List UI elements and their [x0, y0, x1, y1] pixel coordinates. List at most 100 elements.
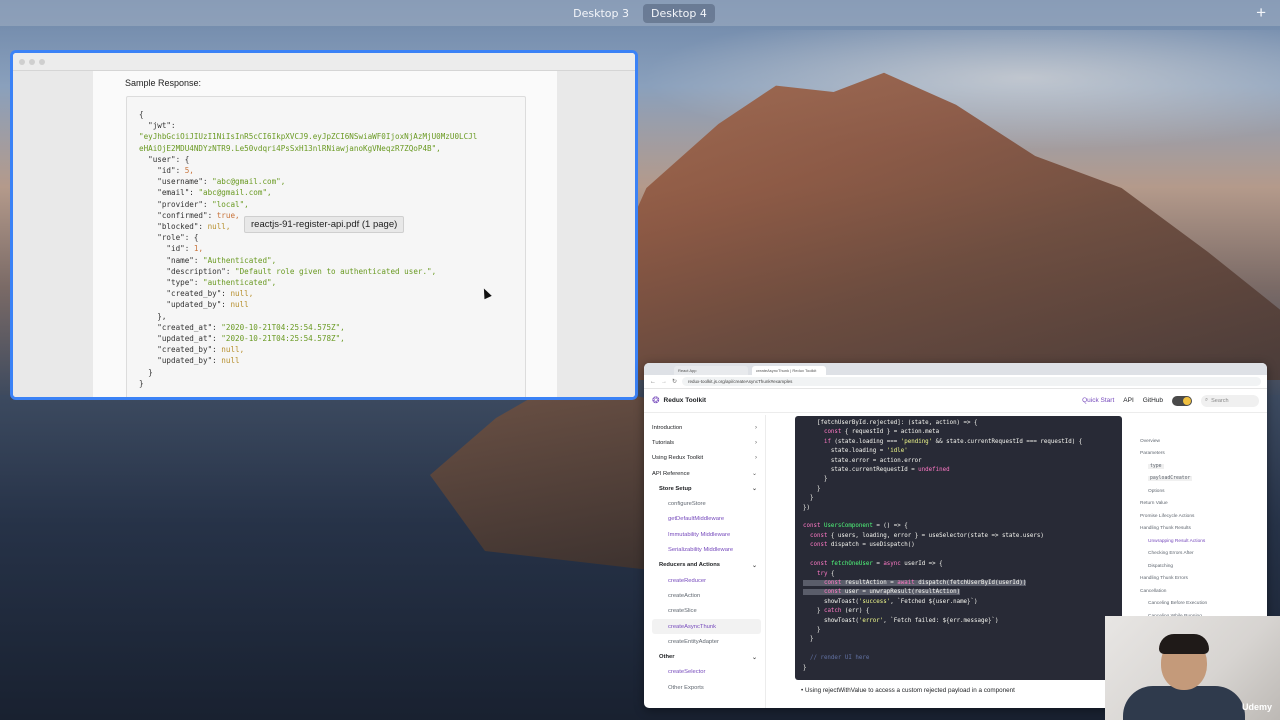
sidebar-item[interactable]: Reducers and Actions ⌄	[652, 558, 761, 573]
toc-link[interactable]: Cancellation	[1140, 585, 1265, 598]
toc-link[interactable]: Checking Errors After	[1140, 548, 1265, 561]
toc-link[interactable]: Return Value	[1140, 498, 1265, 511]
minimize-dot-icon[interactable]	[29, 58, 35, 65]
browser-tab[interactable]: React App	[674, 366, 748, 375]
nav-github-link[interactable]: GitHub	[1143, 397, 1163, 404]
json-code-line: },	[139, 311, 167, 321]
chevron-down-icon[interactable]: ⌄	[752, 485, 757, 492]
toc-link[interactable]: payloadCreator	[1140, 473, 1265, 486]
toc-link[interactable]: type	[1140, 460, 1265, 473]
toc-link-label: type	[1148, 463, 1164, 469]
sidebar-item[interactable]: createEntityAdapter	[652, 634, 761, 649]
chevron-right-icon[interactable]: ›	[755, 425, 757, 431]
sidebar-item[interactable]: Store Setup ⌄	[652, 481, 761, 496]
code-line: [fetchUserById.rejected]: (state, action…	[803, 420, 978, 426]
close-dot-icon[interactable]	[19, 58, 25, 65]
sidebar-item[interactable]: Using Redux Toolkit ›	[652, 451, 761, 466]
code-line: const resultAction = await dispatch(fetc…	[803, 579, 1122, 588]
presenter-body	[1123, 686, 1245, 720]
sidebar-item[interactable]: Immutability Middleware	[652, 527, 761, 542]
sidebar-item-label: getDefaultMiddleware	[668, 516, 725, 523]
sidebar-item[interactable]: Other Exports	[652, 680, 761, 695]
json-code-line: }	[139, 378, 144, 388]
chevron-right-icon[interactable]: ›	[755, 440, 757, 446]
preview-window[interactable]: Sample Response: { "jwt": "eyJhbGciOiJIUz…	[10, 50, 638, 400]
code-line: }	[803, 636, 814, 643]
toc-link[interactable]: Canceling Before Execution	[1140, 598, 1265, 611]
search-placeholder: Search	[1211, 397, 1229, 404]
code-line: state.error = action.error	[803, 457, 922, 464]
sidebar-item[interactable]: getDefaultMiddleware	[652, 512, 761, 527]
desktop-4-tab[interactable]: Desktop 4	[643, 3, 715, 23]
toc-link[interactable]: Handling Thunk Results	[1140, 523, 1265, 536]
toc-link[interactable]: Overview	[1140, 435, 1265, 448]
dark-mode-toggle[interactable]	[1172, 395, 1192, 406]
sidebar-item-label: configureStore	[668, 501, 706, 508]
browser-tab-active[interactable]: createAsyncThunk | Redux Toolkit	[752, 366, 826, 375]
sidebar-item-label: API Reference	[652, 470, 690, 477]
address-bar[interactable]: redux-toolkit.js.org/api/createAsyncThun…	[682, 377, 1261, 386]
sidebar-item[interactable]: Tutorials ›	[652, 435, 761, 450]
back-icon[interactable]: ←	[650, 379, 656, 385]
json-code-line: "email": "abc@gmail.com",	[139, 188, 272, 198]
toc-link-label: Handling Thunk Errors	[1140, 576, 1188, 582]
code-line: try {	[816, 570, 835, 577]
add-desktop-icon[interactable]: +	[1256, 3, 1266, 23]
toc-link-label: Canceling Before Execution	[1148, 601, 1208, 607]
toc-link[interactable]: Unwrapping Result Actions	[1140, 535, 1265, 548]
json-code-line: "created_by": null,	[139, 289, 254, 299]
site-title[interactable]: Redux Toolkit	[664, 397, 707, 404]
chevron-right-icon[interactable]: ›	[755, 455, 757, 461]
code-line: const { users, loading, error } = useSel…	[809, 532, 1044, 539]
sidebar-item[interactable]: API Reference ⌄	[652, 466, 761, 481]
redux-logo-icon[interactable]: ❂	[652, 395, 660, 406]
reload-icon[interactable]: ↻	[672, 378, 677, 385]
chevron-down-icon[interactable]: ⌄	[752, 654, 757, 661]
sidebar-item[interactable]: createAsyncThunk	[652, 618, 761, 635]
code-line: }	[803, 626, 821, 633]
toc-link-label: Overview	[1140, 438, 1160, 444]
code-line: const dispatch = useDispatch()	[809, 542, 915, 549]
forward-icon[interactable]: →	[661, 379, 667, 385]
docs-sidebar: Introduction › Tutorials › Using Redux Toolk…	[644, 415, 766, 708]
nav-api-link[interactable]: API	[1123, 397, 1133, 404]
json-code-line: "name": "Authenticated",	[139, 255, 277, 265]
code-line: const user = unwrapResult(resultAction)	[803, 588, 1122, 597]
sidebar-item[interactable]: createReducer	[652, 573, 761, 588]
toc-link-label: Checking Errors After	[1148, 551, 1194, 557]
code-line: }	[803, 476, 828, 483]
toc-link[interactable]: Handling Thunk Errors	[1140, 573, 1265, 586]
sidebar-item[interactable]: configureStore	[652, 496, 761, 511]
toc-link-label: Handling Thunk Results	[1140, 526, 1191, 532]
toc-link[interactable]: Parameters	[1140, 448, 1265, 461]
code-line: } catch (err) {	[803, 608, 870, 615]
search-input[interactable]: ⌕ Search	[1201, 394, 1259, 407]
pdf-viewport[interactable]: Sample Response: { "jwt": "eyJhbGciOiJIUz…	[13, 71, 635, 397]
sidebar-item[interactable]: Serializability Middleware	[652, 542, 761, 557]
chevron-down-icon[interactable]: ⌄	[752, 562, 757, 569]
desktop-3-tab[interactable]: Desktop 3	[565, 4, 637, 23]
site-nav: Quick Start API GitHub ⌕ Search	[1082, 394, 1259, 407]
sidebar-item-label: Reducers and Actions	[659, 562, 720, 569]
json-code-line: "created_at": "2020-10-21T04:25:54.575Z"…	[139, 322, 345, 332]
sidebar-item-label: Tutorials	[652, 439, 675, 446]
toc-link[interactable]: Options	[1140, 485, 1265, 498]
sidebar-item-label: createSelector	[668, 669, 706, 676]
json-code-line: "updated_by": null	[139, 300, 249, 310]
browser-tab-strip: React App createAsyncThunk | Redux Toolk…	[644, 363, 1267, 375]
json-code-line: {	[139, 110, 144, 119]
toc-link-label: payloadCreator	[1148, 476, 1193, 482]
nav-quick-start-link[interactable]: Quick Start	[1082, 397, 1114, 404]
toc-link[interactable]: Promise Lifecycle Actions	[1140, 510, 1265, 523]
chevron-down-icon[interactable]: ⌄	[752, 470, 757, 477]
sidebar-item[interactable]: createAction	[652, 588, 761, 603]
toc-link[interactable]: Dispatching	[1140, 560, 1265, 573]
zoom-dot-icon[interactable]	[39, 58, 45, 65]
sidebar-item[interactable]: createSlice	[652, 604, 761, 619]
sidebar-item[interactable]: createSelector	[652, 665, 761, 680]
sidebar-item[interactable]: Other ⌄	[652, 649, 761, 664]
toc-link-label: Options	[1148, 488, 1165, 494]
sidebar-item[interactable]: Introduction ›	[652, 420, 761, 435]
